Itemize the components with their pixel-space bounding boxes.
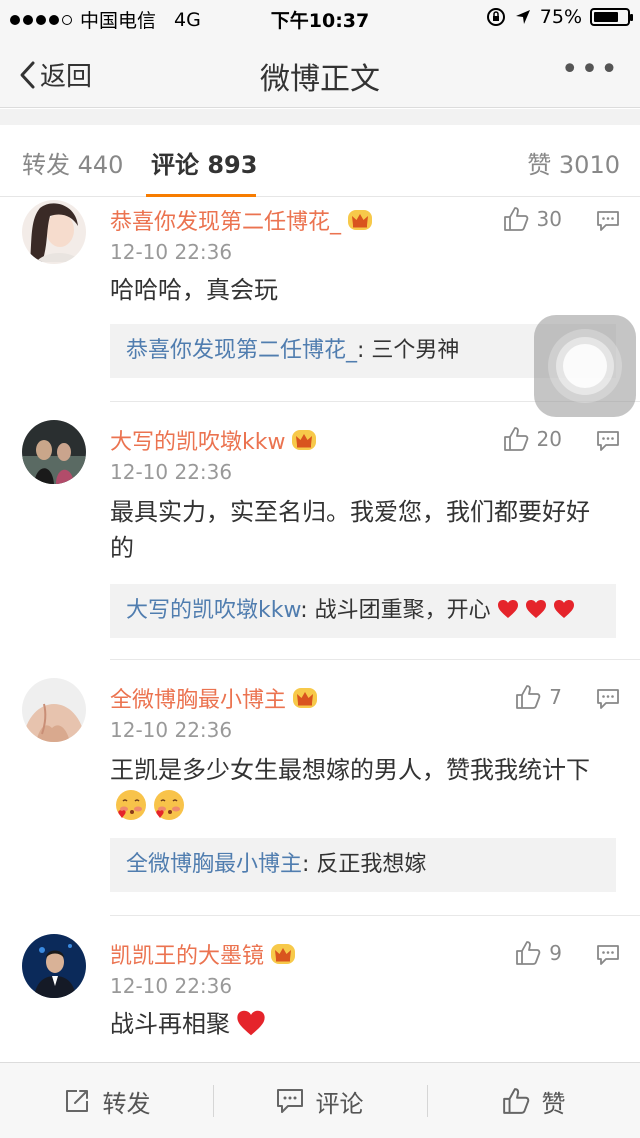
repost-button[interactable]: 转发 [0,1063,213,1138]
battery-percent: 75% [539,6,582,28]
heart-icon [525,600,546,618]
heart-icon [497,600,518,618]
blush-kiss-emoji-icon [116,790,146,820]
tab-like[interactable]: 赞 3010 [527,145,620,180]
location-arrow-icon [515,10,530,24]
comment-username[interactable]: 恭喜你发现第二任博花_ [110,204,373,236]
comment-time: 12-10 22:36 [110,460,233,484]
like-count: 30 [536,207,562,231]
nav-bar: 返回 微博正文 ••• [0,36,640,108]
like-count: 7 [549,685,562,709]
username-text: 大写的凯吹墩kkw [110,430,286,455]
reply-button[interactable] [596,210,620,236]
avatar[interactable] [22,420,86,484]
comment-time: 12-10 22:36 [110,974,233,998]
thumbs-up-icon [503,427,528,451]
more-button[interactable]: ••• [561,52,620,87]
section-gap [0,109,640,125]
blush-kiss-emoji-icon [154,790,184,820]
thumbs-up-icon [502,1088,529,1114]
like-count: 9 [549,941,562,965]
comment-bubble-icon [597,431,619,451]
comment-content: 哈哈哈，真会玩 [110,276,278,304]
comment-text: 王凯是多少女生最想嫁的男人，赞我我统计下 [110,756,590,784]
comment-bubble-icon [597,689,619,709]
comment-bubble-icon [597,945,619,965]
vip-crown-icon [348,210,373,230]
like-button[interactable]: 7 [515,684,562,710]
thumbs-up-icon [516,685,541,709]
comment-item: 大写的凯吹墩kkw 12-10 22:36 20 最具实力，实至名归。我爱您，我… [0,402,640,660]
reply-button[interactable] [596,430,620,456]
vip-crown-icon [293,688,318,708]
status-right: 75% [486,6,633,28]
comment-content: 王凯是多少女生最想嫁的男人，赞我我统计下 [110,752,602,826]
orientation-lock-icon [486,8,505,26]
avatar[interactable] [22,678,86,742]
comment-username[interactable]: 凯凯王的大墨镜 [110,938,296,970]
back-label: 返回 [40,62,93,92]
like-label: 赞 [541,1089,566,1118]
bottom-action-bar: 转发 评论 赞 [0,1062,640,1138]
reply-username[interactable]: 恭喜你发现第二任博花_ [126,338,357,363]
username-text: 全微博胸最小博主 [110,688,287,713]
avatar[interactable] [22,200,86,264]
comment-item: 全微博胸最小博主 12-10 22:36 7 王凯是多少女生最想嫁的男人，赞我我… [0,660,640,916]
username-text: 凯凯王的大墨镜 [110,944,265,969]
reply-text: : 反正我想嫁 [302,852,427,877]
reply-button[interactable] [596,688,620,714]
like-button[interactable]: 30 [503,206,562,232]
tab-comment[interactable]: 评论 893 [151,145,257,180]
reply-box[interactable]: 大写的凯吹墩kkw: 战斗团重聚，开心 [110,584,616,638]
thumbs-up-icon [503,207,528,231]
chevron-left-icon [20,61,35,88]
repost-label: 转发 [102,1089,151,1118]
battery-level-fill [594,12,618,22]
vip-crown-icon [271,944,296,964]
heart-icon [553,600,574,618]
assistive-touch-dot [563,344,607,388]
active-tab-indicator [146,194,256,197]
reply-username[interactable]: 大写的凯吹墩kkw [126,598,300,623]
comment-time: 12-10 22:36 [110,240,233,264]
comment-text: 战斗再相聚 [110,1010,230,1038]
comment-label: 评论 [315,1089,364,1118]
heart-icon [237,1010,265,1036]
vip-crown-icon [292,430,317,450]
page-title: 微博正文 [260,62,380,97]
like-count: 20 [536,427,562,451]
reply-text: : 三个男神 [357,338,460,363]
like-button[interactable]: 9 [515,940,562,966]
username-text: 恭喜你发现第二任博花_ [110,210,342,235]
comment-username[interactable]: 大写的凯吹墩kkw [110,424,317,456]
repost-icon [65,1090,88,1112]
assistive-touch-button[interactable] [534,315,636,417]
comment-bubble-icon [597,211,619,231]
comment-content: 战斗再相聚 [110,1006,610,1042]
avatar[interactable] [22,934,86,998]
comment-button[interactable]: 评论 [213,1063,426,1138]
battery-icon [590,8,633,26]
thumbs-up-icon [516,941,541,965]
reply-text: : 战斗团重聚，开心 [300,598,491,623]
comment-item: 凯凯王的大墨镜 12-10 22:36 9 战斗再相聚 [0,916,640,1062]
comment-bubble-icon [276,1089,303,1113]
like-post-button[interactable]: 赞 [427,1063,640,1138]
status-bar: 中国电信 4G 下午10:37 75% [0,0,640,36]
reply-button[interactable] [596,944,620,970]
comment-time: 12-10 22:36 [110,718,233,742]
back-button[interactable]: 返回 [18,56,92,93]
tab-repost[interactable]: 转发 440 [22,145,123,180]
comment-username[interactable]: 全微博胸最小博主 [110,682,318,714]
tab-bar: 转发 440 评论 893 赞 3010 [0,125,640,197]
reply-box[interactable]: 全微博胸最小博主: 反正我想嫁 [110,838,616,892]
like-button[interactable]: 20 [503,426,562,452]
reply-username[interactable]: 全微博胸最小博主 [126,852,302,877]
comment-content: 最具实力，实至名归。我爱您，我们都要好好的 [110,498,590,562]
